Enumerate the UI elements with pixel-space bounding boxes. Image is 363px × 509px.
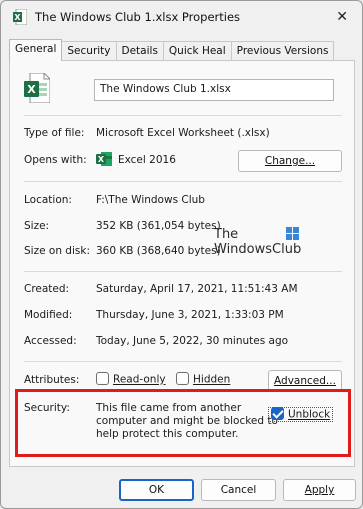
svg-text:X: X: [14, 13, 21, 22]
excel-file-icon: X: [13, 8, 28, 26]
tab-quick-heal[interactable]: Quick Heal: [162, 41, 232, 61]
divider: [24, 271, 342, 272]
created-value: Saturday, April 17, 2021, 11:51:43 AM: [96, 283, 298, 295]
change-button-label: Change...: [264, 155, 316, 167]
window-title: The Windows Club 1.xlsx Properties: [35, 10, 241, 24]
opens-with-label: Opens with:: [24, 154, 87, 166]
cancel-button-label: Cancel: [220, 484, 257, 496]
hidden-label: Hidden: [193, 373, 231, 386]
readonly-checkbox[interactable]: Read-only: [96, 372, 166, 386]
properties-window: X The Windows Club 1.xlsx Properties ✕ G…: [0, 0, 363, 509]
tab-previous-versions[interactable]: Previous Versions: [230, 41, 335, 61]
hidden-checkbox[interactable]: Hidden: [176, 372, 231, 386]
created-label: Created:: [24, 283, 70, 295]
location-value: F:\The Windows Club: [96, 194, 205, 206]
size-value: 352 KB (361,054 bytes): [96, 220, 221, 232]
cancel-button[interactable]: Cancel: [201, 479, 276, 501]
size-on-disk-label: Size on disk:: [24, 245, 90, 257]
readonly-label: Read-only: [113, 373, 166, 386]
opens-with-value: Excel 2016: [118, 154, 176, 166]
ok-button-label: OK: [148, 484, 165, 496]
divider: [24, 361, 342, 362]
excel-app-icon: X: [96, 151, 112, 167]
hidden-checkbox-box[interactable]: [176, 372, 189, 385]
attributes-label: Attributes:: [24, 374, 80, 386]
change-button[interactable]: Change...: [238, 150, 342, 172]
tab-security[interactable]: Security: [61, 41, 117, 61]
accessed-value: Today, June 5, 2022, 30 minutes ago: [96, 335, 289, 347]
accessed-label: Accessed:: [24, 335, 77, 347]
type-of-file-label: Type of file:: [24, 127, 85, 139]
modified-value: Thursday, June 3, 2021, 1:33:03 PM: [96, 309, 284, 321]
tab-general[interactable]: General: [9, 39, 63, 61]
excel-file-icon: X: [24, 72, 51, 104]
title-bar: X The Windows Club 1.xlsx Properties ✕: [1, 1, 362, 33]
size-label: Size:: [24, 220, 50, 232]
type-of-file-value: Microsoft Excel Worksheet (.xlsx): [96, 127, 270, 139]
tab-details[interactable]: Details: [115, 41, 164, 61]
watermark-line: WindowsClub: [214, 242, 302, 257]
windowsclub-watermark: The WindowsClub: [214, 227, 301, 257]
close-icon[interactable]: ✕: [336, 9, 348, 25]
tab-strip: General Security Details Quick Heal Prev…: [9, 39, 335, 61]
size-on-disk-value: 360 KB (368,640 bytes): [96, 245, 221, 257]
modified-label: Modified:: [24, 309, 73, 321]
divider: [24, 115, 342, 116]
apply-button-label: Apply: [304, 484, 335, 496]
svg-text:X: X: [98, 155, 105, 164]
apply-button[interactable]: Apply: [283, 479, 356, 501]
ok-button[interactable]: OK: [119, 479, 194, 501]
svg-text:X: X: [27, 83, 36, 96]
file-name-input[interactable]: The Windows Club 1.xlsx: [94, 79, 334, 101]
advanced-button-label: Advanced...: [274, 375, 336, 387]
readonly-checkbox-box[interactable]: [96, 372, 109, 385]
security-highlight-box: [15, 389, 351, 457]
windowsclub-logo-icon: [286, 227, 300, 241]
divider: [24, 181, 342, 182]
location-label: Location:: [24, 194, 72, 206]
